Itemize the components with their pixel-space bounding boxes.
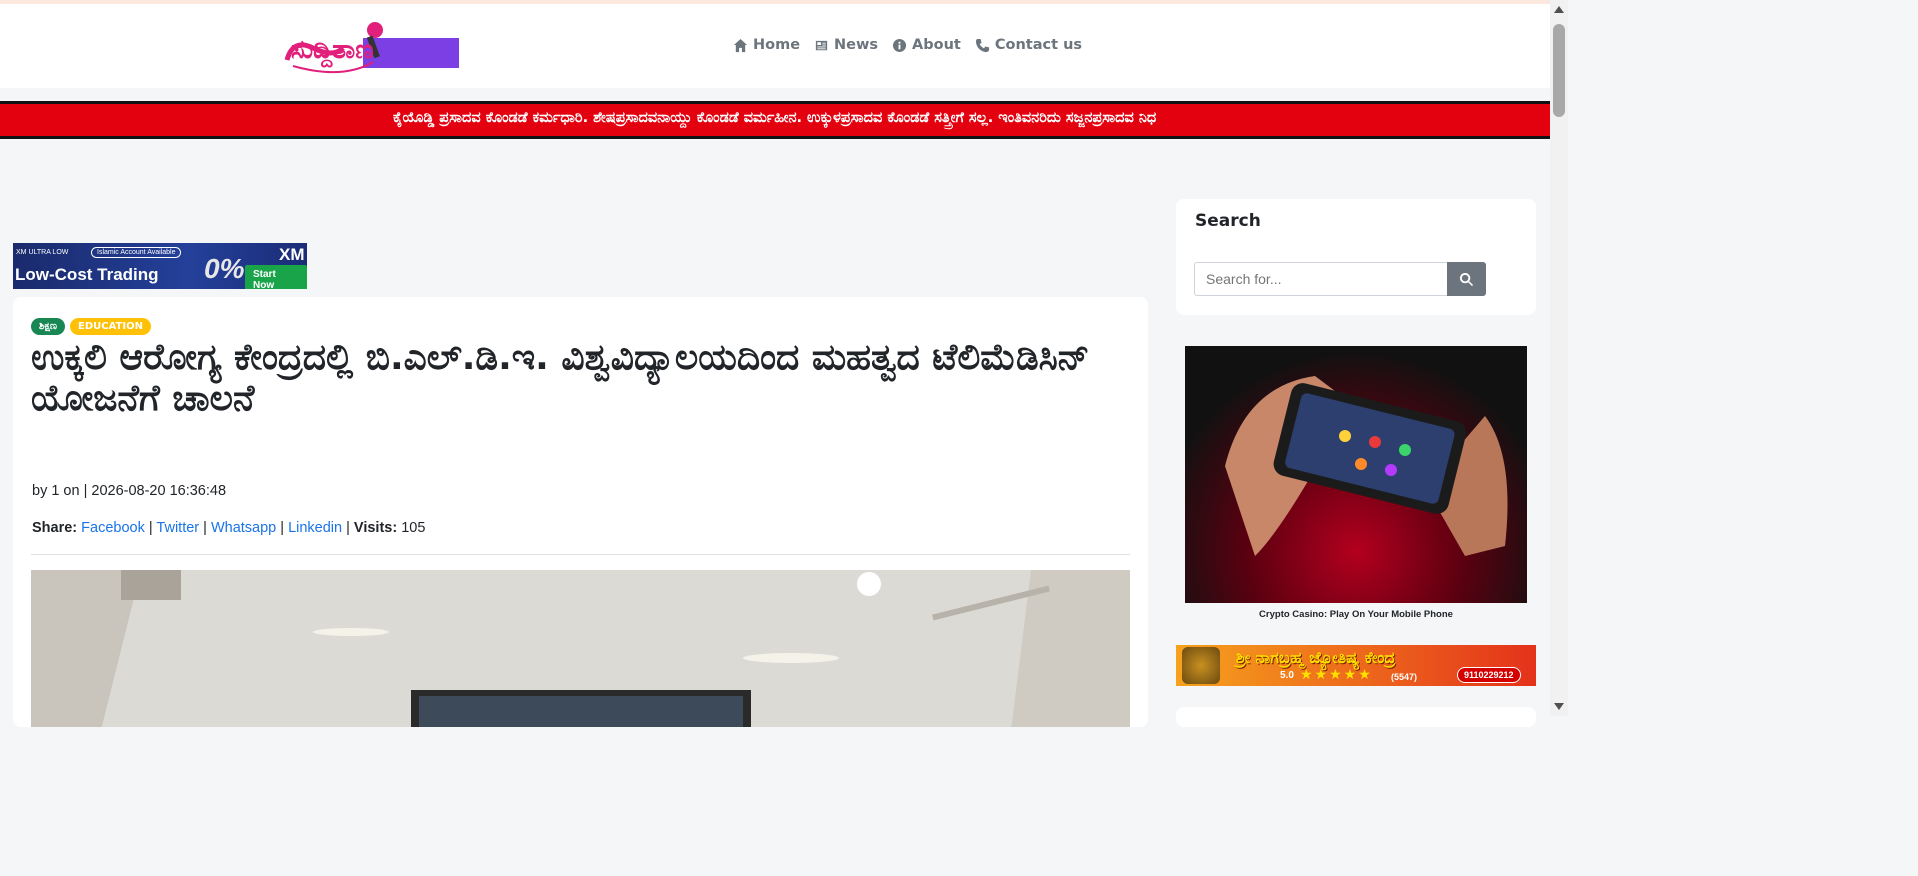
jyotish-rating: 5.0	[1280, 670, 1294, 681]
search-icon	[1459, 272, 1474, 286]
info-icon	[892, 38, 907, 52]
category-badge-kannada[interactable]: ಶಿಕ್ಷಣ	[31, 318, 65, 335]
ad-brand-logo: XM	[279, 245, 305, 264]
nav-contact[interactable]: Contact us	[975, 37, 1082, 53]
share-label: Share:	[32, 520, 78, 536]
share-facebook-link[interactable]: Facebook	[81, 520, 145, 536]
search-widget-title: Search	[1195, 211, 1261, 231]
ad-small-text: XM ULTRA LOW	[16, 249, 69, 256]
idol-image	[1182, 647, 1220, 684]
article-byline: by 1 on | 2026-08-20 16:36:48	[32, 483, 227, 499]
main-nav: Home News About Contact us	[733, 37, 1082, 53]
article-divider	[31, 554, 1130, 555]
ad-headline: Low-Cost Trading	[15, 265, 159, 284]
sidebar-next-widget	[1176, 707, 1536, 727]
crypto-casino-ad-caption[interactable]: Crypto Casino: Play On Your Mobile Phone	[1185, 609, 1527, 620]
home-icon	[733, 38, 748, 52]
scroll-down-arrow-icon[interactable]	[1554, 703, 1564, 710]
news-ticker[interactable]: ಕೈಯೊಡ್ಡಿ ಪ್ರಸಾದವ ಕೊಂಡಡೆ ಕರ್ಮಧಾರಿ. ಶೇಷಪ್ರ…	[0, 101, 1550, 139]
ticker-text: ಕೈಯೊಡ್ಡಿ ಪ್ರಸಾದವ ಕೊಂಡಡೆ ಕರ್ಮಧಾರಿ. ಶೇಷಪ್ರ…	[393, 110, 1157, 126]
share-twitter-link[interactable]: Twitter	[156, 520, 199, 536]
share-linkedin-link[interactable]: Linkedin	[288, 520, 342, 536]
article-card: ಶಿಕ್ಷಣ EDUCATION ಉಕ್ಕಲಿ ಆರೋಗ್ಯ ಕೇಂದ್ರದಲ್…	[13, 297, 1148, 727]
nav-home[interactable]: Home	[733, 37, 800, 53]
xm-ad-banner[interactable]: XM ULTRA LOW Islamic Account Available L…	[13, 243, 307, 289]
scroll-up-arrow-icon[interactable]	[1554, 6, 1564, 13]
phone-icon	[975, 38, 989, 52]
nav-news[interactable]: News	[814, 37, 878, 53]
page-scrollbar[interactable]	[1550, 0, 1568, 716]
category-badge-education[interactable]: EDUCATION	[70, 318, 151, 335]
nav-about[interactable]: About	[892, 37, 961, 53]
share-whatsapp-link[interactable]: Whatsapp	[211, 520, 276, 536]
nav-home-label: Home	[753, 37, 801, 53]
logo-wordmark: ಸುದ್ದಿತಾಣ	[291, 35, 374, 68]
ad-pill-text: Islamic Account Available	[91, 247, 182, 258]
article-hero-image	[31, 570, 1130, 727]
jyotish-phone[interactable]: 9110229212	[1457, 667, 1521, 683]
nav-about-label: About	[912, 37, 961, 53]
scrollbar-thumb[interactable]	[1553, 24, 1565, 117]
crypto-casino-ad-image[interactable]	[1185, 346, 1527, 603]
article-title: ಉಕ್ಕಲಿ ಆರೋಗ್ಯ ಕೇಂದ್ರದಲ್ಲಿ ಬಿ.ಎಲ್.ಡಿ.ಇ. ವ…	[31, 337, 1090, 419]
newspaper-icon	[815, 40, 828, 50]
category-badges: ಶಿಕ್ಷಣ EDUCATION	[31, 318, 151, 335]
star-rating-icons: ★★★★★	[1300, 667, 1373, 683]
share-bar: Share: Facebook | Twitter | Whatsapp | L…	[32, 520, 426, 536]
sidebar-search-widget: Search	[1176, 199, 1536, 315]
ad-percent: 0%	[204, 253, 245, 284]
site-logo[interactable]: ಸುದ್ದಿತಾಣ	[283, 18, 461, 76]
search-button[interactable]	[1447, 262, 1486, 296]
jyotish-ad-banner[interactable]: ಶ್ರೀ ನಾಗಬ್ರಹ್ಮ ಜ್ಯೋತಿಷ್ಯ ಕೇಂದ್ರ 5.0 ★★★★…	[1176, 645, 1536, 686]
nav-contact-label: Contact us	[994, 37, 1083, 53]
site-header: ಸುದ್ದಿತಾಣ Home News About Contact us	[0, 4, 1550, 88]
visits-count: 105	[401, 520, 426, 536]
search-input[interactable]	[1194, 262, 1448, 296]
nav-news-label: News	[834, 37, 879, 53]
jyotish-review-count: (5547)	[1391, 672, 1418, 682]
ad-start-now-button[interactable]: Start Now	[245, 265, 307, 289]
jyotish-name: ಶ್ರೀ ನಾಗಬ್ರಹ್ಮ ಜ್ಯೋತಿಷ್ಯ ಕೇಂದ್ರ	[1236, 648, 1396, 667]
visits-label: Visits:	[353, 520, 398, 536]
